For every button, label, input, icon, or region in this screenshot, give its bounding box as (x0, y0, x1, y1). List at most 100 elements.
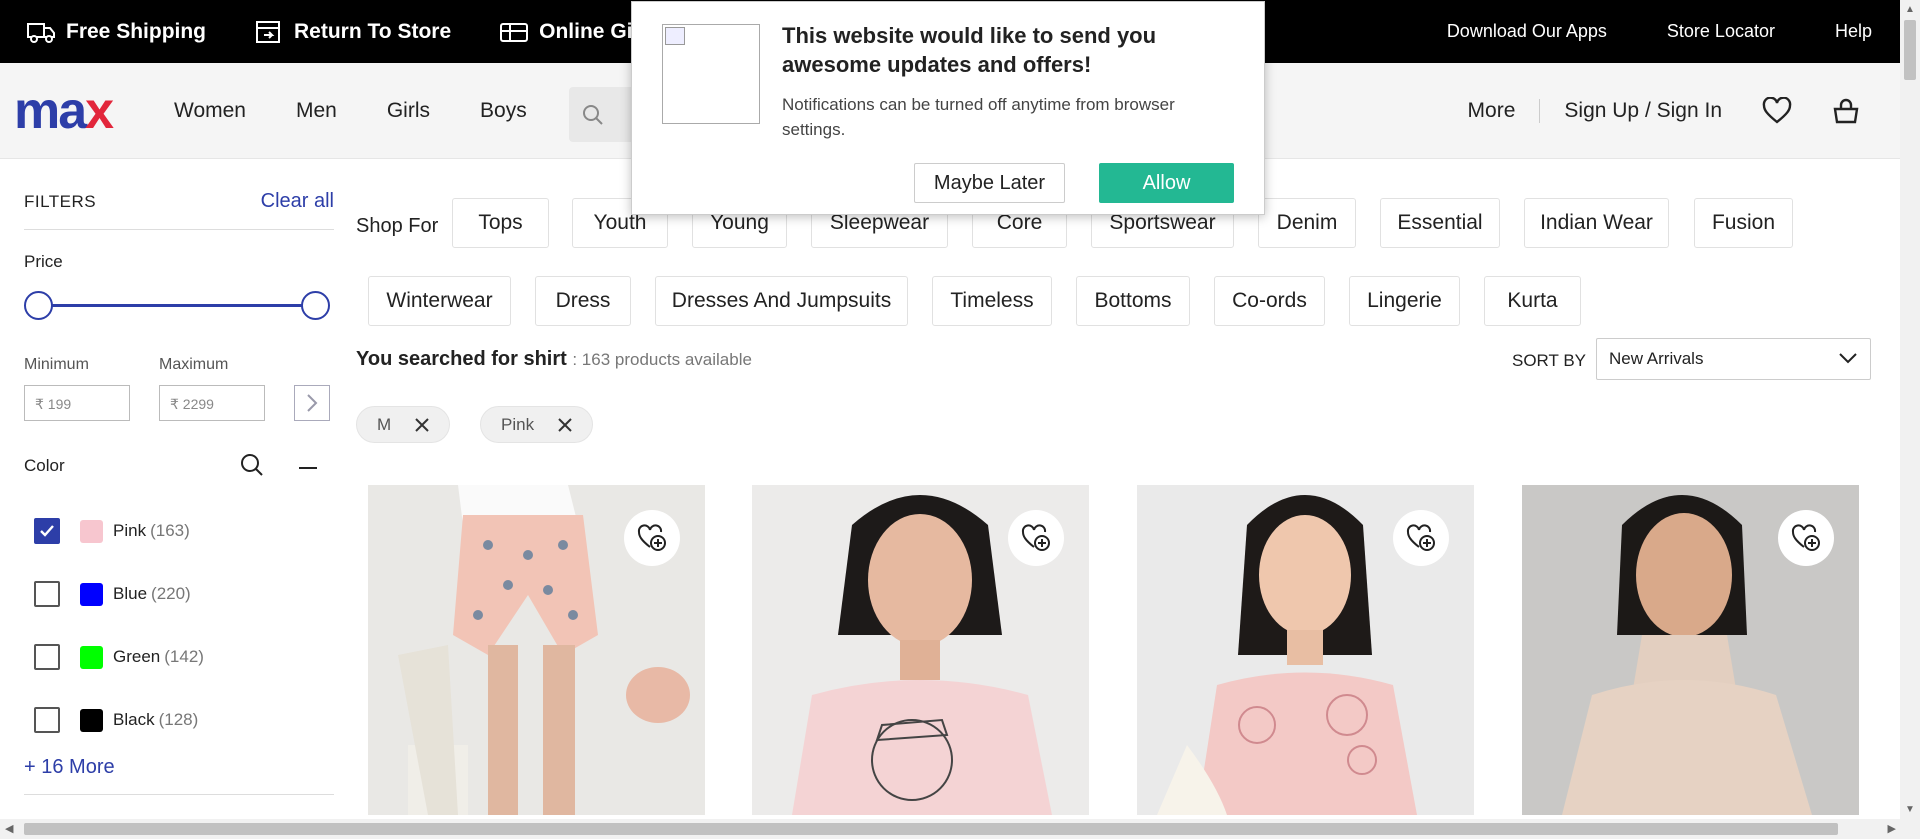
promo-online-gift[interactable]: Online Gift (499, 19, 646, 45)
cart-bag-icon[interactable] (1832, 97, 1860, 125)
store-return-icon (256, 20, 281, 43)
search-icon (583, 104, 603, 125)
store-locator-link[interactable]: Store Locator (1667, 21, 1775, 42)
color-swatch (80, 708, 103, 732)
checkmark-icon (40, 525, 54, 537)
scroll-right-icon[interactable]: ▶ (1888, 822, 1896, 835)
promo-label: Return To Store (294, 19, 452, 43)
popup-title: This website would like to send you awes… (782, 23, 1157, 77)
chip-timeless[interactable]: Timeless (932, 276, 1052, 326)
help-link[interactable]: Help (1835, 21, 1872, 42)
promo-free-shipping[interactable]: Free Shipping (26, 19, 206, 45)
heart-plus-icon (1406, 524, 1435, 551)
add-to-wishlist-button[interactable] (624, 510, 680, 566)
min-price-input[interactable]: ₹ 199 (24, 385, 130, 421)
color-option-pink[interactable]: Pink (163) (34, 518, 190, 544)
chip-essential[interactable]: Essential (1380, 198, 1500, 248)
product-card[interactable] (368, 485, 705, 815)
color-count: (220) (151, 584, 191, 603)
nav-boys[interactable]: Boys (480, 99, 527, 123)
promo-label: Free Shipping (66, 19, 207, 43)
wishlist-icon[interactable] (1762, 97, 1792, 125)
color-filter-header[interactable]: Color (24, 454, 330, 476)
checkbox[interactable] (34, 644, 60, 670)
price-title: Price (24, 252, 63, 271)
scrollbar-thumb[interactable] (1904, 20, 1916, 80)
search-icon[interactable] (239, 452, 265, 483)
color-name: Blue (113, 584, 148, 603)
popup-logo-image (662, 24, 760, 124)
chip-dresses-jumpsuits[interactable]: Dresses And Jumpsuits (655, 276, 908, 326)
color-swatch (80, 645, 103, 669)
nav-women[interactable]: Women (174, 99, 246, 123)
chip-kurta[interactable]: Kurta (1484, 276, 1581, 326)
notification-permission-popup: This website would like to send you awes… (631, 1, 1265, 215)
price-max-handle[interactable] (301, 291, 330, 320)
color-option-blue[interactable]: Blue (220) (34, 581, 191, 607)
chip-dress[interactable]: Dress (535, 276, 631, 326)
more-colors-link[interactable]: + 16 More (24, 756, 115, 779)
close-icon[interactable] (558, 417, 572, 432)
price-slider-track (38, 304, 316, 307)
add-to-wishlist-button[interactable] (1008, 510, 1064, 566)
clear-all-link[interactable]: Clear all (261, 190, 334, 213)
color-option-green[interactable]: Green (142) (34, 644, 204, 670)
heart-plus-icon (1791, 524, 1820, 551)
max-price-input[interactable]: ₹ 2299 (159, 385, 265, 421)
add-to-wishlist-button[interactable] (1393, 510, 1449, 566)
chip-indian-wear[interactable]: Indian Wear (1524, 198, 1669, 248)
close-icon[interactable] (415, 417, 429, 432)
divider (24, 794, 334, 795)
color-count: (142) (164, 647, 204, 666)
checkbox-checked[interactable] (34, 518, 60, 544)
scrollbar-thumb[interactable] (24, 823, 1838, 835)
checkbox[interactable] (34, 581, 60, 607)
sort-by-label: SORT BY (1512, 351, 1587, 370)
color-count: (163) (150, 521, 190, 540)
scroll-left-icon[interactable]: ◀ (5, 822, 13, 835)
horizontal-scrollbar[interactable]: ◀ ▶ (0, 819, 1920, 839)
chip-co-ords[interactable]: Co-ords (1214, 276, 1325, 326)
add-to-wishlist-button[interactable] (1778, 510, 1834, 566)
chip-bottoms[interactable]: Bottoms (1076, 276, 1190, 326)
product-card[interactable] (1522, 485, 1859, 815)
scroll-up-icon[interactable]: ▲ (1905, 4, 1915, 15)
search-input[interactable] (569, 87, 639, 142)
color-swatch (80, 519, 103, 543)
color-count: (128) (158, 710, 199, 729)
maybe-later-button[interactable]: Maybe Later (914, 163, 1065, 203)
checkbox[interactable] (34, 707, 60, 733)
heart-plus-icon (637, 524, 666, 551)
applied-filter-color[interactable]: Pink (480, 406, 594, 443)
product-card[interactable] (1137, 485, 1474, 815)
scroll-down-icon[interactable]: ▼ (1905, 804, 1915, 815)
price-slider[interactable] (24, 290, 330, 320)
price-min-handle[interactable] (24, 291, 53, 320)
max-label: Maximum (159, 356, 229, 373)
allow-button[interactable]: Allow (1099, 163, 1234, 203)
collapse-icon[interactable] (299, 467, 317, 469)
color-swatch (80, 582, 103, 606)
sort-dropdown[interactable]: New Arrivals (1596, 338, 1871, 380)
apply-price-button[interactable] (294, 385, 330, 421)
chip-denim[interactable]: Denim (1258, 198, 1356, 248)
shop-for-label: Shop For (356, 215, 439, 237)
chip-fusion[interactable]: Fusion (1694, 198, 1793, 248)
nav-girls[interactable]: Girls (387, 99, 430, 123)
chip-lingerie[interactable]: Lingerie (1349, 276, 1460, 326)
download-apps-link[interactable]: Download Our Apps (1447, 21, 1607, 42)
applied-filter-size[interactable]: M (356, 406, 451, 443)
nav-men[interactable]: Men (296, 99, 337, 123)
signin-link[interactable]: Sign Up / Sign In (1564, 99, 1722, 123)
more-menu[interactable]: More (1468, 99, 1541, 123)
chip-tops[interactable]: Tops (452, 198, 549, 248)
chip-winterwear[interactable]: Winterwear (368, 276, 511, 326)
tag-label: Pink (501, 414, 535, 434)
max-logo[interactable]: max (14, 85, 114, 137)
color-name: Black (113, 710, 155, 729)
min-label: Minimum (24, 356, 89, 373)
vertical-scrollbar[interactable]: ▲ ▼ (1900, 0, 1920, 819)
color-option-black[interactable]: Black (128) (34, 707, 198, 733)
promo-return-to-store[interactable]: Return To Store (254, 19, 451, 45)
product-card[interactable] (752, 485, 1089, 815)
